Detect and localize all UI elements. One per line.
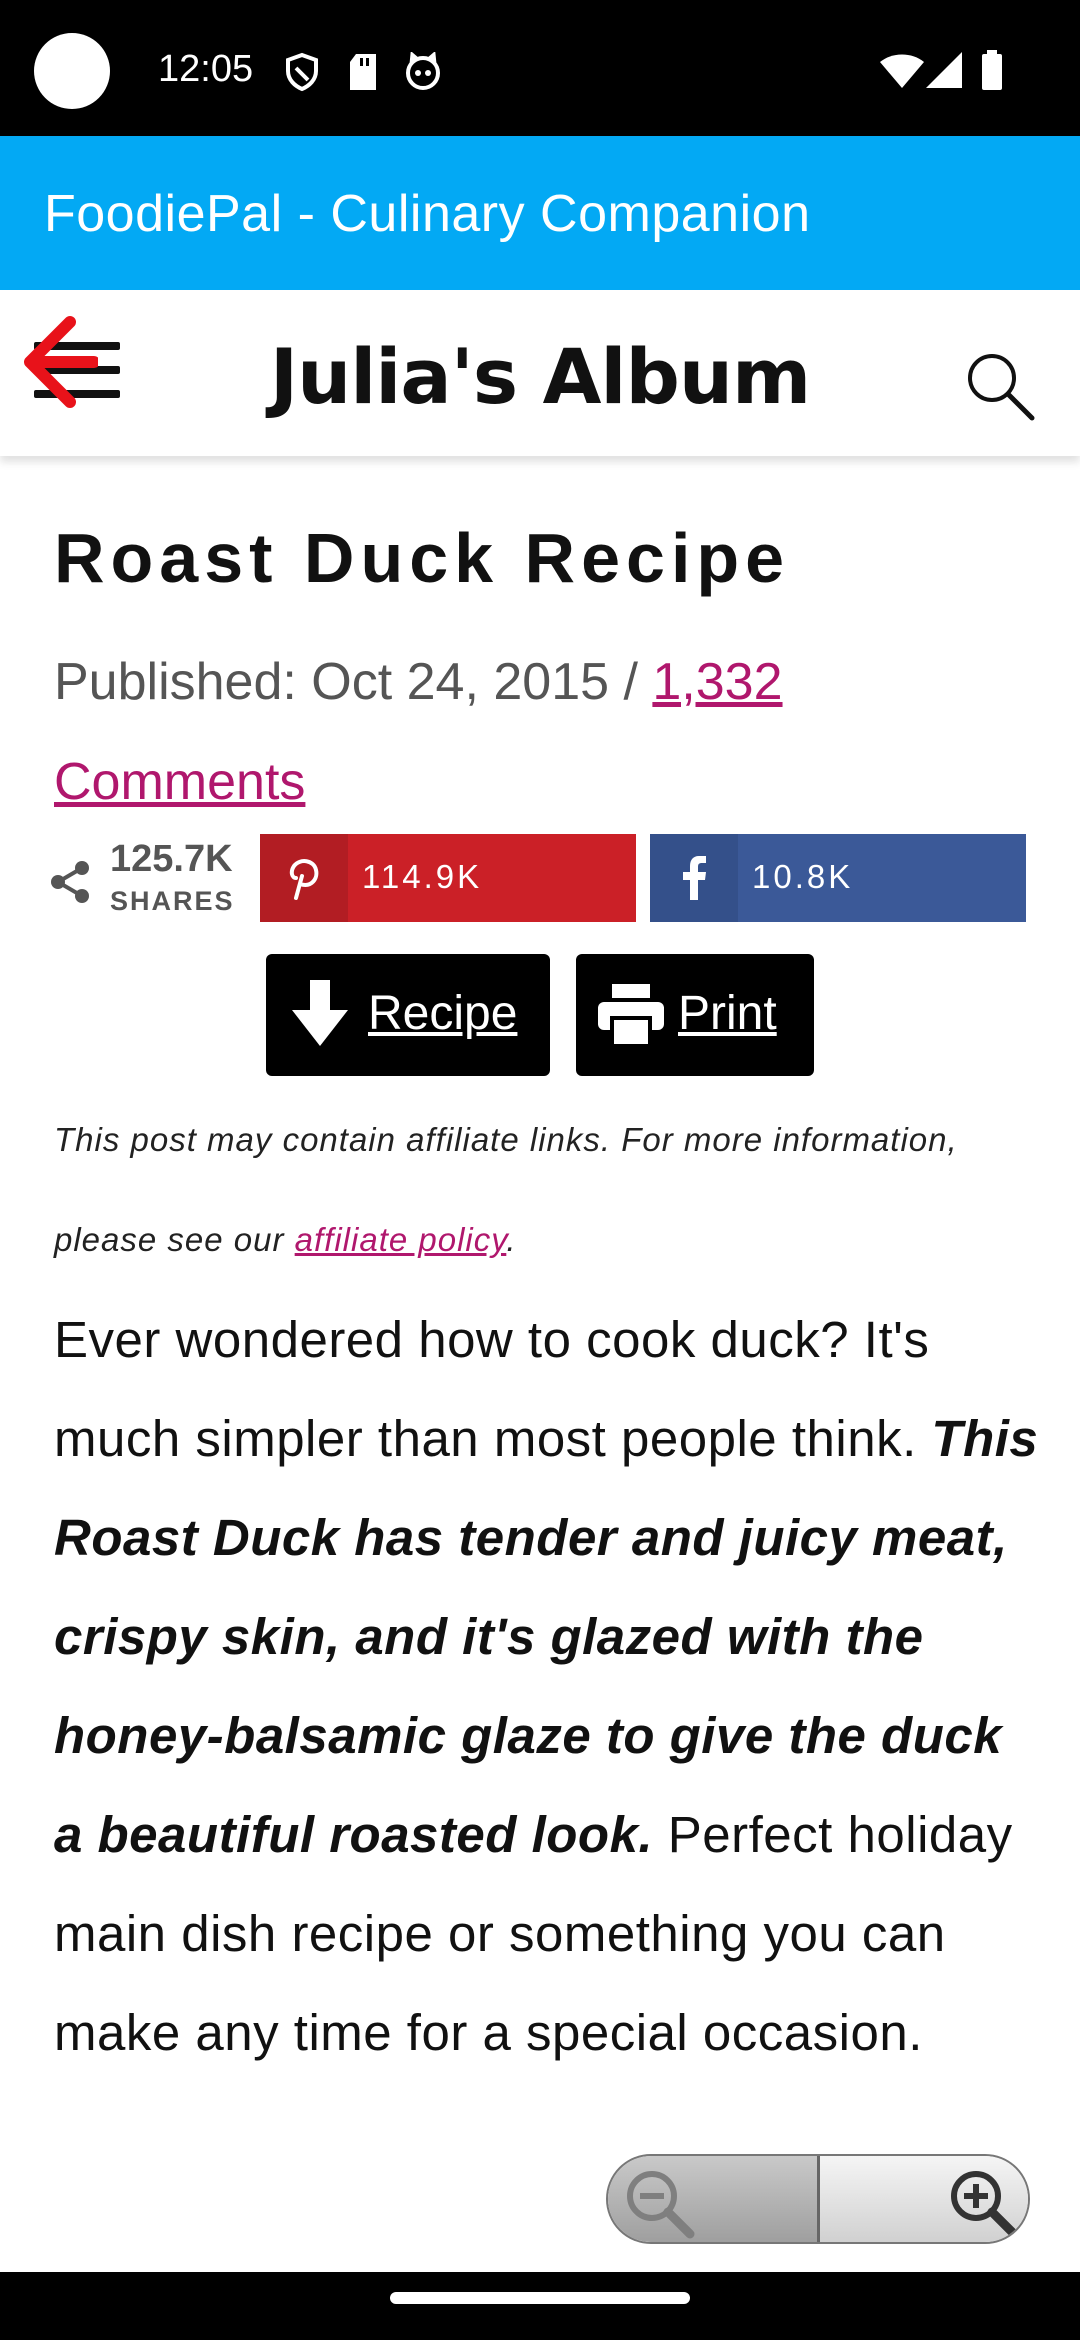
site-title[interactable]: Julia's Album bbox=[0, 332, 1080, 421]
pinterest-count: 114.9K bbox=[362, 858, 483, 895]
zoom-in-button[interactable] bbox=[820, 2156, 1028, 2242]
intro-bold-text: This Roast Duck has tender and juicy mea… bbox=[54, 1410, 1039, 1863]
pinterest-share-button[interactable]: 114.9K bbox=[260, 834, 636, 922]
printer-icon bbox=[598, 984, 664, 1046]
pinterest-icon bbox=[260, 834, 348, 922]
affiliate-policy-link[interactable]: affiliate policy bbox=[295, 1221, 507, 1258]
zoom-out-icon bbox=[627, 2171, 695, 2239]
web-content: Julia's Album Roast Duck Recipe Publishe… bbox=[0, 290, 1080, 2272]
wifi-icon bbox=[880, 54, 924, 88]
app-title: FoodiePal - Culinary Companion bbox=[44, 185, 811, 243]
zoom-out-button[interactable] bbox=[608, 2156, 820, 2242]
app-bar: FoodiePal - Culinary Companion bbox=[0, 136, 1080, 290]
post-intro-paragraph: Ever wondered how to cook duck? It's muc… bbox=[54, 1290, 1044, 2082]
signal-icon bbox=[926, 52, 962, 88]
facebook-count: 10.8K bbox=[752, 858, 854, 895]
camera-cutout bbox=[34, 33, 110, 109]
published-date: Published: Oct 24, 2015 / bbox=[54, 653, 653, 711]
battery-icon bbox=[982, 50, 1002, 90]
sd-card-icon bbox=[350, 54, 376, 90]
post-meta: Published: Oct 24, 2015 / 1,332 Comments bbox=[54, 632, 1034, 832]
status-time: 12:05 bbox=[158, 48, 254, 90]
facebook-share-button[interactable]: 10.8K bbox=[650, 834, 1026, 922]
status-bar: 12:05 bbox=[0, 0, 1080, 136]
post-title: Roast Duck Recipe bbox=[54, 519, 791, 597]
intro-text: Ever wondered how to cook duck? It's muc… bbox=[54, 1311, 932, 1467]
print-button[interactable]: Print bbox=[576, 954, 814, 1076]
shield-icon bbox=[286, 52, 318, 92]
home-gesture-handle[interactable] bbox=[390, 2292, 690, 2304]
share-icon bbox=[51, 861, 89, 903]
facebook-icon bbox=[650, 834, 738, 922]
search-icon[interactable] bbox=[964, 350, 1036, 422]
disclaimer-end: . bbox=[506, 1221, 517, 1258]
download-arrow-icon bbox=[292, 980, 348, 1046]
phone-screen: 12:05 FoodiePal - Culinary Companion Jul… bbox=[0, 0, 1080, 2340]
site-header: Julia's Album bbox=[0, 290, 1080, 456]
navigation-bar bbox=[0, 2272, 1080, 2340]
jump-to-recipe-button[interactable]: Recipe bbox=[266, 954, 550, 1076]
print-button-label: Print bbox=[678, 987, 777, 1040]
share-total: 125.7K SHARES bbox=[50, 838, 260, 928]
affiliate-disclaimer: This post may contain affiliate links. F… bbox=[54, 1090, 1034, 1290]
zoom-in-icon bbox=[951, 2171, 1019, 2239]
share-count: 125.7K bbox=[110, 838, 233, 880]
share-label: SHARES bbox=[110, 886, 235, 916]
zoom-control bbox=[606, 2154, 1030, 2244]
recipe-button-label: Recipe bbox=[368, 987, 518, 1040]
cat-face-icon bbox=[406, 52, 440, 90]
